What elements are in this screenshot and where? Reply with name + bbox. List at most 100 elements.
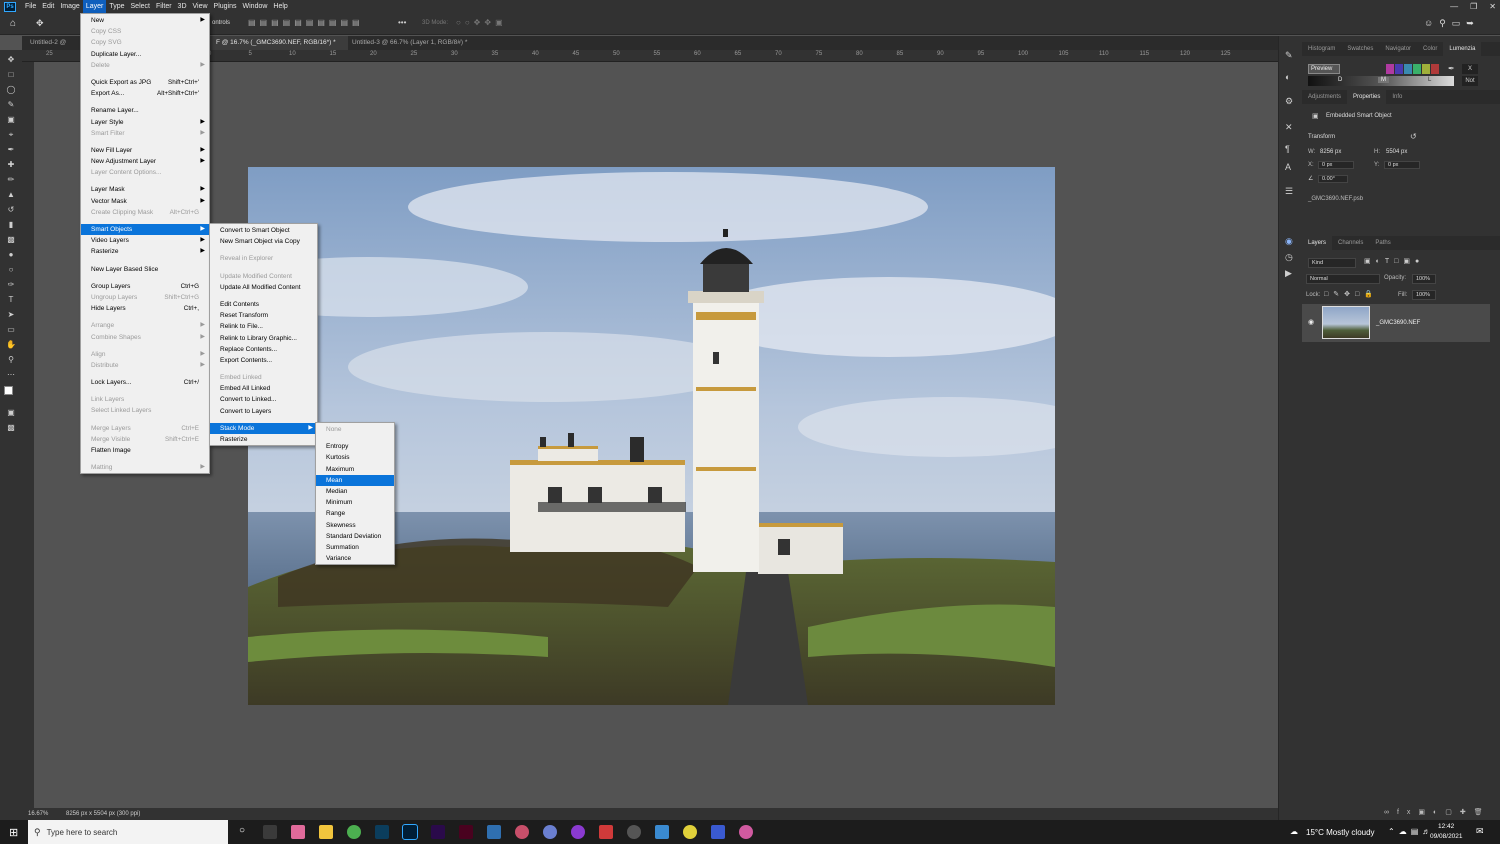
tab-paths[interactable]: Paths: [1369, 236, 1396, 250]
tab-navigator[interactable]: Navigator: [1379, 42, 1417, 56]
clock-time[interactable]: 12:42: [1438, 823, 1454, 830]
menu-item-export-as[interactable]: Export As... Alt+Shift+Ctrl+': [81, 88, 209, 99]
menu-item-matting[interactable]: Matting ▶: [81, 462, 209, 473]
lumenzia-not-button[interactable]: Not: [1462, 76, 1478, 86]
tab-properties[interactable]: Properties: [1347, 90, 1387, 104]
visibility-eye-icon[interactable]: ◉: [1308, 318, 1314, 326]
menu-item-new-fill-layer[interactable]: New Fill Layer ▶: [81, 145, 209, 156]
pen-icon[interactable]: ✑: [5, 280, 17, 290]
zoom-level[interactable]: 16.67%: [22, 811, 62, 817]
menu-item-group-layers[interactable]: Group Layers Ctrl+G: [81, 281, 209, 292]
menu-view[interactable]: View: [190, 0, 211, 13]
fill-field[interactable]: 100%: [1412, 290, 1436, 300]
menu-item-flatten-image[interactable]: Flatten Image: [81, 445, 209, 456]
eyedropper-icon[interactable]: ✒: [1448, 64, 1455, 73]
menu-item-range[interactable]: Range: [316, 508, 394, 519]
menu-item-new[interactable]: New ▶: [81, 15, 209, 26]
menu-item-convert-to-layers[interactable]: Convert to Layers: [210, 406, 317, 417]
menu-item-ungroup-layers[interactable]: Ungroup Layers Shift+Ctrl+G: [81, 292, 209, 303]
tools-icon[interactable]: ✕: [1285, 122, 1293, 133]
marquee-icon[interactable]: □: [5, 70, 17, 80]
menu-item-video-layers[interactable]: Video Layers ▶: [81, 235, 209, 246]
menu-item-embed-linked[interactable]: Embed Linked: [210, 372, 317, 383]
menu-item-hide-layers[interactable]: Hide Layers Ctrl+,: [81, 303, 209, 314]
notifications-icon[interactable]: ✉: [1476, 826, 1484, 837]
zone-light[interactable]: L: [1428, 77, 1431, 83]
cyan-swatch[interactable]: [1404, 64, 1412, 74]
lumenzia-icon[interactable]: ◉: [1285, 236, 1293, 247]
menu-item-copy-css[interactable]: Copy CSS: [81, 26, 209, 37]
menu-file[interactable]: File: [22, 0, 39, 13]
move-icon[interactable]: ✥: [5, 55, 17, 65]
menu-item-layer-style[interactable]: Layer Style ▶: [81, 117, 209, 128]
app-icon-8[interactable]: [683, 825, 697, 839]
workspace-icons[interactable]: ☺⚲▭➥: [1424, 18, 1480, 29]
menu-item-convert-to-linked[interactable]: Convert to Linked...: [210, 394, 317, 405]
tab-color[interactable]: Color: [1417, 42, 1443, 56]
layer-name[interactable]: _GMC3690.NEF: [1376, 320, 1420, 326]
menu-help[interactable]: Help: [270, 0, 290, 13]
app-icon-6[interactable]: [627, 825, 641, 839]
menu-item-standard-deviation[interactable]: Standard Deviation: [316, 531, 394, 542]
height-value[interactable]: 5504 px: [1386, 149, 1407, 155]
tab-layers[interactable]: Layers: [1302, 236, 1333, 250]
screen-mode-icon[interactable]: ▩: [5, 423, 17, 433]
chrome-icon[interactable]: [347, 825, 361, 839]
color-swatches[interactable]: [4, 386, 18, 400]
zone-mid[interactable]: M: [1378, 77, 1389, 83]
app-icon-7[interactable]: [655, 825, 669, 839]
document-info[interactable]: 8256 px x 5504 px (300 ppi): [62, 811, 140, 817]
y-field[interactable]: 0 px: [1384, 161, 1420, 169]
menu-item-reset-transform[interactable]: Reset Transform: [210, 310, 317, 321]
indesign-icon[interactable]: [459, 825, 473, 839]
tab-channels[interactable]: Channels: [1332, 236, 1369, 250]
crop-icon[interactable]: ⌖: [5, 130, 17, 140]
app-icon-1[interactable]: [291, 825, 305, 839]
menu-item-duplicate-layer[interactable]: Duplicate Layer...: [81, 49, 209, 60]
blur-icon[interactable]: ●: [5, 250, 17, 260]
reset-icon[interactable]: ↺: [1410, 132, 1417, 141]
tab-gmc3690[interactable]: F @ 16.7% (_GMC3690.NEF, RGB/16*) *: [208, 36, 348, 50]
transform-controls-label[interactable]: ontrols: [212, 20, 230, 26]
menu-item-rename-layer[interactable]: Rename Layer...: [81, 105, 209, 116]
menu-item-smart-filter[interactable]: Smart Filter ▶: [81, 128, 209, 139]
glyphs-icon[interactable]: ☰: [1285, 186, 1293, 197]
taskbar-search[interactable]: ⚲ Type here to search: [28, 820, 228, 844]
premiere-icon[interactable]: [431, 825, 445, 839]
3d-mode-icons[interactable]: ○○✥✥▣: [456, 18, 507, 27]
gradient-icon[interactable]: ▩: [5, 235, 17, 245]
menu-item-merge-layers[interactable]: Merge Layers Ctrl+E: [81, 423, 209, 434]
menu-item-new-layer-based-slice[interactable]: New Layer Based Slice: [81, 264, 209, 275]
menu-item-skewness[interactable]: Skewness: [316, 520, 394, 531]
yellow-swatch[interactable]: [1422, 64, 1430, 74]
lumenzia-color-buttons[interactable]: [1386, 64, 1439, 74]
menu-item-distribute[interactable]: Distribute ▶: [81, 360, 209, 371]
path-select-icon[interactable]: ➤: [5, 310, 17, 320]
menu-item-none[interactable]: None: [316, 424, 394, 435]
brush-icon[interactable]: ✏: [5, 175, 17, 185]
restore-icon[interactable]: ❐: [1470, 2, 1477, 11]
layer-actions-icons[interactable]: ∞fx▣◐▢✚🗑: [1384, 808, 1491, 816]
brush-settings-icon[interactable]: ✎: [1285, 50, 1293, 61]
zoom-icon[interactable]: ⚲: [5, 355, 17, 365]
acrobat-icon[interactable]: [599, 825, 613, 839]
foreground-color[interactable]: [4, 386, 13, 395]
menu-item-smart-objects[interactable]: Smart Objects ▶: [81, 224, 209, 236]
menu-item-kurtosis[interactable]: Kurtosis: [316, 452, 394, 463]
type-icon[interactable]: T: [5, 295, 17, 305]
more-options-icon[interactable]: •••: [398, 18, 406, 27]
menu-item-arrange[interactable]: Arrange ▶: [81, 320, 209, 331]
menu-item-create-clipping-mask[interactable]: Create Clipping Mask Alt+Ctrl+G: [81, 207, 209, 218]
photoshop-taskbar-icon[interactable]: [402, 824, 418, 840]
menu-item-export-contents[interactable]: Export Contents...: [210, 355, 317, 366]
dodge-icon[interactable]: ○: [5, 265, 17, 275]
menu-item-link-layers[interactable]: Link Layers: [81, 394, 209, 405]
red-swatch[interactable]: [1431, 64, 1439, 74]
layer-row[interactable]: ◉ _GMC3690.NEF: [1302, 304, 1490, 342]
app-icon-10[interactable]: [739, 825, 753, 839]
menu-item-align[interactable]: Align ▶: [81, 349, 209, 360]
clock-date[interactable]: 09/08/2021: [1430, 833, 1463, 840]
menu-item-convert-to-smart-object[interactable]: Convert to Smart Object: [210, 225, 317, 236]
menu-item-variance[interactable]: Variance: [316, 553, 394, 564]
blend-mode-select[interactable]: Normal: [1306, 274, 1380, 284]
